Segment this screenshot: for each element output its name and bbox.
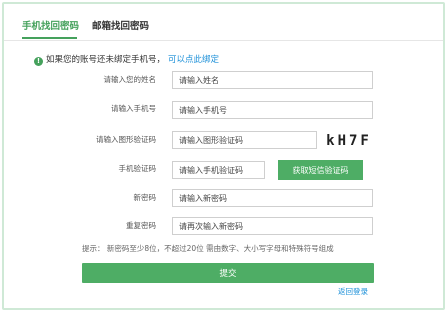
- password-hint: 提示： 新密码至少8位，不超过20位 需由数字、大小写字母和特殊符号组成: [82, 244, 334, 253]
- bind-phone-link[interactable]: 可以点此绑定: [168, 55, 219, 65]
- sms-code-label: 手机验证码: [118, 164, 157, 173]
- tab-bar: 手机找回密码 邮箱找回密码: [4, 4, 443, 41]
- phone-label: 请输入手机号: [111, 104, 156, 113]
- reset-password-panel: 手机找回密码 邮箱找回密码 ! 如果您的账号还未绑定手机号， 可以点此绑定 请输入您…: [2, 2, 445, 310]
- captcha-label: 请输入图形验证码: [96, 135, 156, 144]
- sms-code-input[interactable]: [172, 161, 265, 179]
- get-sms-code-button[interactable]: 获取短信验证码: [278, 160, 363, 180]
- new-password-label: 新密码: [133, 193, 157, 202]
- name-label: 请输入您的姓名: [103, 75, 157, 84]
- confirm-password-input[interactable]: [172, 217, 373, 235]
- confirm-password-label: 重复密码: [126, 221, 156, 230]
- bind-phone-notice: ! 如果您的账号还未绑定手机号， 可以点此绑定: [34, 54, 219, 66]
- notice-text: 如果您的账号还未绑定手机号，: [46, 55, 166, 65]
- submit-button[interactable]: 提交: [82, 263, 374, 283]
- captcha-input[interactable]: [172, 131, 317, 149]
- tab-phone-recovery[interactable]: 手机找回密码: [22, 21, 79, 33]
- new-password-input[interactable]: [172, 189, 373, 207]
- info-icon: !: [34, 57, 43, 66]
- name-input[interactable]: [172, 71, 373, 89]
- phone-input[interactable]: [172, 101, 373, 119]
- tab-email-recovery[interactable]: 邮箱找回密码: [92, 21, 149, 33]
- back-to-login-link[interactable]: 返回登录: [338, 287, 368, 297]
- active-tab-indicator: [22, 37, 77, 39]
- captcha-image[interactable]: kH7F: [322, 131, 376, 151]
